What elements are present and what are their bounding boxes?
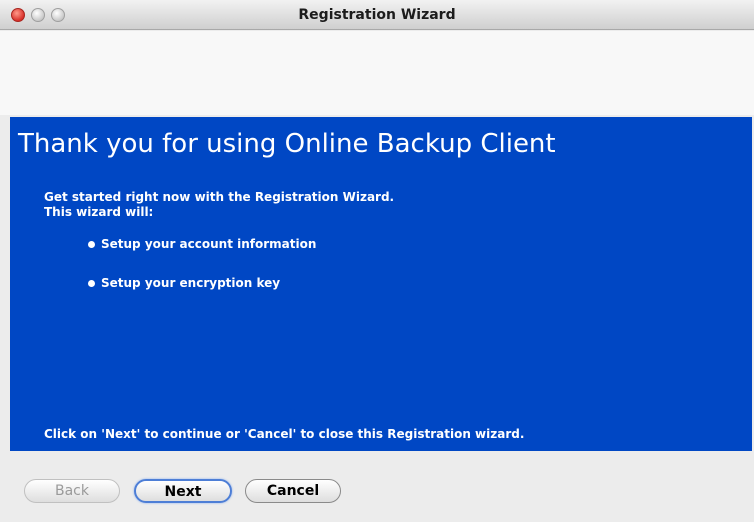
welcome-banner: Thank you for using Online Backup Client… bbox=[10, 117, 752, 451]
bullet-icon bbox=[88, 279, 95, 287]
back-button[interactable]: Back bbox=[24, 479, 120, 503]
instruction-text: Click on 'Next' to continue or 'Cancel' … bbox=[44, 427, 525, 441]
window-title: Registration Wizard bbox=[298, 7, 456, 23]
title-bar[interactable]: Registration Wizard bbox=[0, 0, 754, 30]
banner-headline: Thank you for using Online Backup Client bbox=[18, 129, 556, 159]
bullet-icon bbox=[88, 240, 95, 248]
bullet-item-label: Setup your encryption key bbox=[101, 276, 281, 290]
bullet-item-encryption: Setup your encryption key bbox=[88, 276, 280, 290]
bullet-item-account: Setup your account information bbox=[88, 237, 316, 251]
intro-text-line1: Get started right now with the Registrat… bbox=[44, 190, 395, 204]
next-button[interactable]: Next bbox=[134, 479, 232, 503]
registration-wizard-window: Registration Wizard Thank you for using … bbox=[0, 0, 754, 522]
bullet-item-label: Setup your account information bbox=[101, 237, 317, 251]
header-area bbox=[0, 31, 754, 115]
intro-text-line2: This wizard will: bbox=[44, 205, 154, 219]
cancel-button[interactable]: Cancel bbox=[245, 479, 341, 503]
